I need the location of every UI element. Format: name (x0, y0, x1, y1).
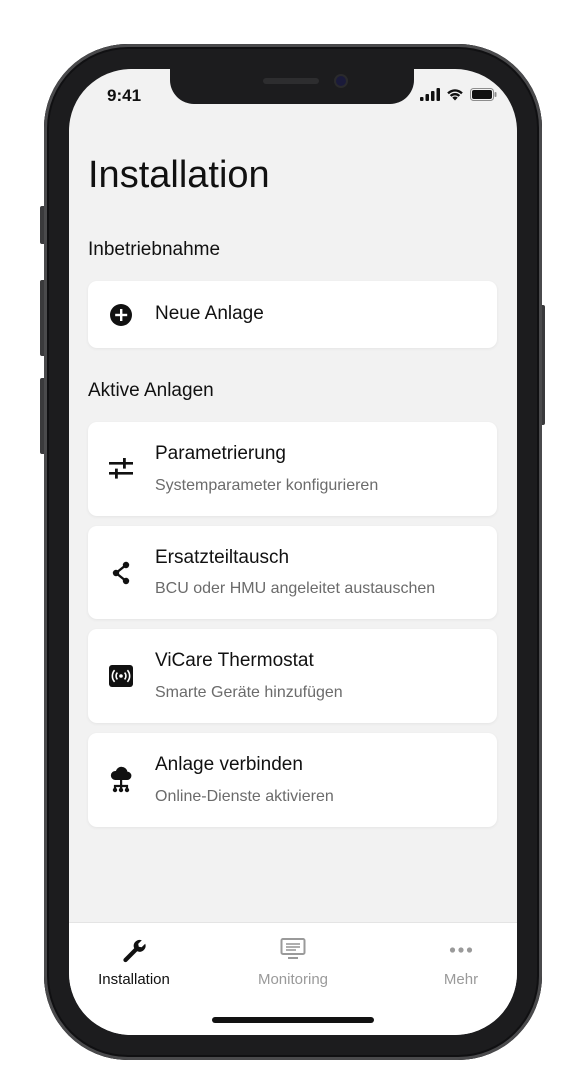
cellular-signal-icon (420, 88, 440, 101)
tab-monitoring-label: Monitoring (257, 971, 329, 988)
section-label-active: Aktive Anlagen (88, 380, 214, 401)
status-icons (420, 88, 497, 101)
wrench-icon (69, 937, 204, 963)
spare-part-card[interactable]: Ersatzteiltausch BCU oder HMU angeleitet… (88, 526, 497, 619)
vicare-thermostat-title: ViCare Thermostat (155, 650, 314, 671)
share-nodes-icon (108, 560, 134, 586)
cloud-network-icon (108, 766, 134, 793)
sliders-icon (108, 456, 134, 482)
connect-system-card[interactable]: Anlage verbinden Online-Dienste aktivier… (88, 733, 497, 827)
tab-more-label: Mehr (443, 971, 479, 988)
section-label-commissioning: Inbetriebnahme (88, 239, 221, 260)
plus-circle-icon (108, 302, 134, 328)
phone-screen: 9:41 Installation Inbetriebnahme Neue An… (69, 69, 517, 1035)
tab-monitoring[interactable]: Monitoring (223, 923, 363, 1013)
more-dots-icon (391, 937, 517, 963)
battery-icon (470, 88, 497, 101)
page-title: Installation (88, 154, 270, 196)
tab-more[interactable]: Mehr (391, 923, 517, 1013)
new-system-label: Neue Anlage (155, 303, 264, 324)
spare-part-title: Ersatzteiltausch (155, 547, 290, 568)
tab-installation-label: Installation (98, 971, 170, 988)
status-time: 9:41 (107, 86, 142, 105)
new-system-card[interactable]: Neue Anlage (88, 281, 497, 348)
parametrization-subtitle: Systemparameter konfigurieren (155, 477, 379, 494)
monitor-icon (223, 937, 363, 963)
vicare-thermostat-subtitle: Smarte Geräte hinzufügen (155, 684, 343, 701)
wifi-icon (447, 89, 463, 101)
signal-box-icon (108, 663, 134, 689)
connect-system-subtitle: Online-Dienste aktivieren (155, 788, 334, 805)
parametrization-title: Parametrierung (155, 443, 286, 464)
speaker-grille (263, 78, 319, 84)
connect-system-title: Anlage verbinden (155, 754, 303, 775)
vicare-thermostat-card[interactable]: ViCare Thermostat Smarte Geräte hinzufüg… (88, 629, 497, 723)
notch (170, 69, 414, 104)
tab-installation[interactable]: Installation (69, 923, 204, 1013)
front-camera (336, 76, 346, 86)
spare-part-subtitle: BCU oder HMU angeleitet austauschen (155, 580, 436, 597)
home-indicator[interactable] (212, 1017, 374, 1023)
parametrization-card[interactable]: Parametrierung Systemparameter konfiguri… (88, 422, 497, 516)
